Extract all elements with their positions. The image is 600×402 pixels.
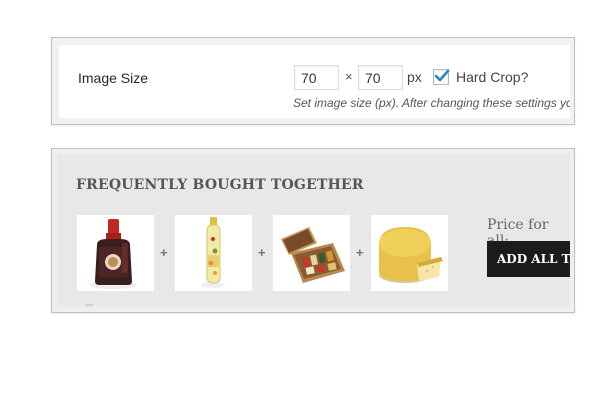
dimension-separator: × bbox=[345, 69, 353, 84]
pepper-oil-bottle-icon bbox=[201, 217, 225, 288]
image-size-label: Image Size bbox=[78, 70, 149, 86]
balsamic-vinegar-bottle-icon bbox=[89, 219, 137, 289]
hard-crop-checkbox[interactable] bbox=[433, 69, 450, 85]
gourmet-gift-box-icon bbox=[281, 227, 345, 283]
fbt-content: FREQUENTLY BOUGHT TOGETHER + + + Price f… bbox=[57, 154, 570, 307]
product-thumbnail-4[interactable] bbox=[371, 215, 448, 291]
image-size-hint: Set image size (px). After changing thes… bbox=[293, 96, 570, 110]
image-size-settings-panel: Image Size × px Hard Crop? Set image siz… bbox=[51, 37, 575, 125]
plus-separator-2: + bbox=[258, 245, 266, 260]
cheese-wheel-icon bbox=[379, 227, 443, 283]
plus-separator-3: + bbox=[356, 245, 364, 260]
frequently-bought-together-panel: FREQUENTLY BOUGHT TOGETHER + + + Price f… bbox=[51, 148, 575, 313]
hard-crop-label[interactable]: Hard Crop? bbox=[456, 69, 528, 85]
image-height-input[interactable] bbox=[358, 65, 403, 90]
plus-separator-1: + bbox=[160, 245, 168, 260]
settings-row: Image Size × px Hard Crop? Set image siz… bbox=[59, 45, 570, 118]
product-thumbnail-3[interactable] bbox=[273, 215, 350, 291]
product-thumbnail-2[interactable] bbox=[175, 215, 252, 291]
image-width-input[interactable] bbox=[294, 65, 339, 90]
divider bbox=[85, 304, 93, 306]
fbt-title: FREQUENTLY BOUGHT TOGETHER bbox=[76, 177, 364, 193]
add-all-to-cart-button[interactable]: ADD ALL TO bbox=[487, 241, 570, 277]
unit-label: px bbox=[407, 69, 422, 85]
checkmark-icon bbox=[434, 69, 450, 82]
product-thumbnail-1[interactable] bbox=[77, 215, 154, 291]
